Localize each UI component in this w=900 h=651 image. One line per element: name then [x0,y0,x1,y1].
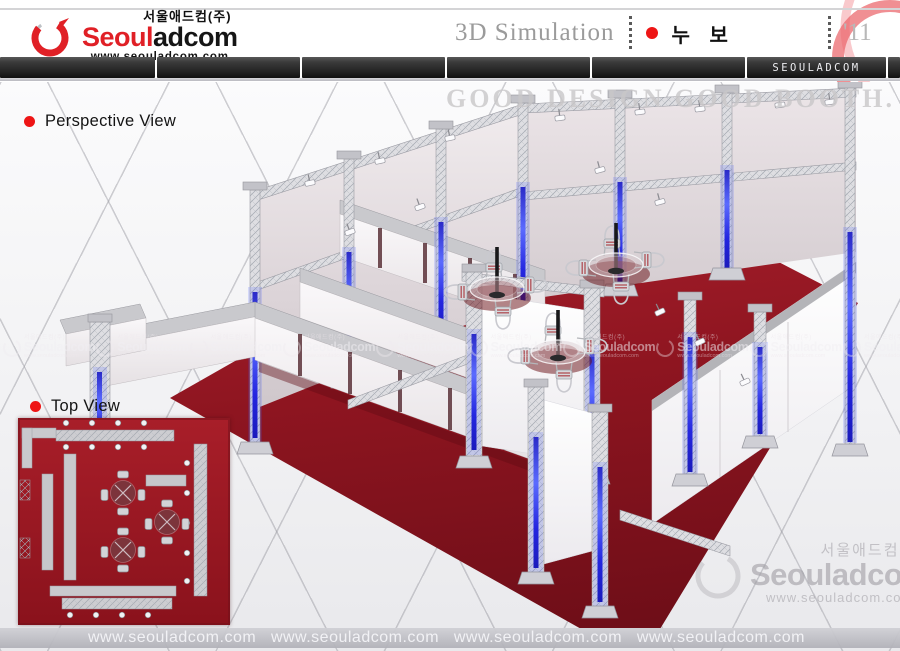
slogan-watermark: GOOD DESIGN GOOD BOOTH. [446,84,895,114]
swoosh-logo-icon [189,337,209,357]
bar-brand-label: SEOULADCOM [747,57,886,78]
logo-brand-adcom: adcom [153,22,238,52]
header-dark-bar: SEOULADCOM [0,57,900,78]
watermark-band-item: 서울애드컴(주)Seouladcomwww.seouladcom.com [282,332,375,362]
header-year: '11 [828,16,872,50]
swoosh-logo-icon [655,337,675,357]
watermark-url: www.seouladcom.com [271,629,439,647]
year-label: '11 [843,19,872,47]
watermark-band-item: 서울애드컴(주)Seouladcomwww.seouladcom.com [842,332,900,362]
logo-brand-seoul: Seoul [82,22,153,52]
watermark-band-item: 서울애드컴(주)Seouladcomwww.seouladcom.com [189,332,282,362]
watermark-band-item: 서울애드컴(주)Seouladcomwww.seouladcom.com [469,332,562,362]
red-bullet-icon [30,401,41,412]
dotted-divider [828,16,831,50]
page-title: 3D Simulation [455,19,615,47]
watermark-band-item: 서울애드컴(주)Seouladcomwww.seouladcom.com [655,332,748,362]
top-view-render [18,418,230,625]
bar-segment [592,57,745,78]
swoosh-logo-icon [95,337,115,357]
swoosh-logo-icon [749,337,769,357]
bar-segment [888,57,900,78]
watermark-band: 서울애드컴(주)Seouladcomwww.seouladcom.com 서울애… [0,332,900,362]
watermark-url: www.seouladcom.com [637,629,805,647]
bar-segment [447,57,590,78]
watermark-band-item: 서울애드컴(주)Seouladcomwww.seouladcom.com [749,332,842,362]
top-view-label: Top View [30,397,120,416]
swoosh-logo-icon [469,337,489,357]
swoosh-logo-icon [562,337,582,357]
watermark-band-item: 서울애드컴(주)Seouladcomwww.seouladcom.com [95,332,188,362]
swoosh-logo-icon [282,337,302,357]
red-bullet-icon [24,116,35,127]
corner-watermark: 서울애드컴(주) Seouladcom www.seouladcom.com [692,543,900,605]
bar-segment [0,57,155,78]
swoosh-logo-icon [26,13,78,61]
bar-segment [302,57,445,78]
bar-segment [157,57,300,78]
bottom-watermark-bar: www.seouladcom.com www.seouladcom.com ww… [0,628,900,648]
header-center: 3D Simulation 누 보 [455,16,735,50]
watermark-url: www.seouladcom.com [454,629,622,647]
page: 서울애드컴(주) Seouladcom www.seouladcom.com 3… [0,0,900,651]
logo-brand: Seouladcom [82,24,238,51]
bar-underline [0,78,900,81]
watermark-url: www.seouladcom.com [88,629,256,647]
watermark-band-item: 서울애드컴(주)Seouladcomwww.seouladcom.com [562,332,655,362]
company-logo: 서울애드컴(주) Seouladcom www.seouladcom.com [26,10,238,64]
swoosh-logo-icon [692,548,744,600]
dotted-divider [629,16,632,50]
watermark-band-item: 서울애드컴(주)Seouladcomwww.seouladcom.com [2,332,95,362]
swoosh-logo-icon [375,337,395,357]
red-bullet-icon [646,27,658,39]
perspective-view-label: Perspective View [24,112,176,131]
watermark-band-item: 서울애드컴(주)Seouladcomwww.seouladcom.com [375,332,468,362]
client-name: 누 보 [672,19,735,48]
swoosh-logo-icon [842,337,862,357]
swoosh-logo-icon [2,337,22,357]
